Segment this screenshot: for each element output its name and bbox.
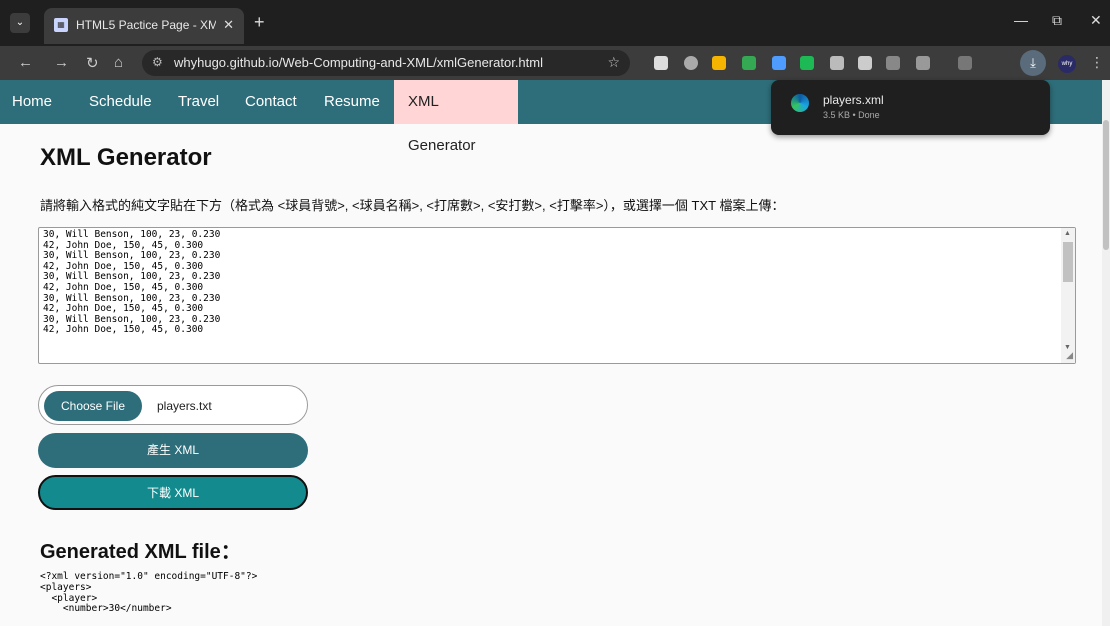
- new-tab-icon[interactable]: +: [254, 12, 265, 33]
- tab-search-dropdown-icon[interactable]: ⌄: [10, 13, 30, 33]
- home-icon[interactable]: ⌂: [114, 54, 123, 71]
- resize-grip-icon[interactable]: ◢: [1066, 350, 1073, 361]
- close-window-icon[interactable]: ✕: [1090, 12, 1102, 29]
- scrollbar-thumb[interactable]: [1063, 242, 1073, 282]
- restore-icon[interactable]: ⧉: [1052, 12, 1062, 29]
- page-title: XML Generator: [40, 144, 212, 171]
- extension-icon[interactable]: [800, 56, 814, 70]
- nav-travel[interactable]: Travel: [178, 80, 219, 124]
- extension-icon[interactable]: [858, 56, 872, 70]
- page-scrollbar[interactable]: [1102, 80, 1110, 626]
- nav-resume[interactable]: Resume: [324, 80, 380, 124]
- keep-extension-icon[interactable]: [712, 56, 726, 70]
- nav-schedule[interactable]: Schedule: [89, 80, 152, 124]
- browser-toolbar: ← → ↻ ⌂ ⚙ whyhugo.github.io/Web-Computin…: [0, 46, 1110, 80]
- tab-title: HTML5 Pactice Page - XML Ge: [76, 18, 216, 32]
- extension-icon[interactable]: [886, 56, 900, 70]
- download-status: 3.5 KB • Done: [823, 110, 880, 120]
- textarea-scrollbar[interactable]: ▲ ▼: [1061, 228, 1075, 363]
- tab-close-icon[interactable]: ✕: [223, 17, 234, 33]
- chosen-file-name: players.txt: [157, 399, 212, 413]
- file-input[interactable]: Choose File players.txt: [38, 385, 308, 425]
- choose-file-button[interactable]: Choose File: [44, 391, 142, 421]
- scroll-up-icon[interactable]: ▲: [1064, 230, 1071, 237]
- browser-menu-icon[interactable]: ⋮: [1090, 54, 1104, 71]
- xml-output: <?xml version="1.0" encoding="UTF-8"?> <…: [40, 571, 258, 615]
- url-text[interactable]: whyhugo.github.io/Web-Computing-and-XML/…: [174, 55, 543, 70]
- download-icon[interactable]: ⤓: [1020, 50, 1046, 76]
- page-favicon-icon: ▦: [54, 18, 68, 32]
- player-data-textarea[interactable]: 30, Will Benson, 100, 23, 0.230 42, John…: [39, 228, 1075, 363]
- extension-icon[interactable]: [684, 56, 698, 70]
- browser-tab[interactable]: ▦ HTML5 Pactice Page - XML Ge ✕: [44, 8, 244, 44]
- generate-xml-button[interactable]: 產生 XML: [38, 433, 308, 468]
- nav-home[interactable]: Home: [12, 80, 52, 124]
- profile-avatar[interactable]: why: [1058, 55, 1076, 73]
- address-bar[interactable]: ⚙ whyhugo.github.io/Web-Computing-and-XM…: [142, 50, 630, 76]
- extension-icon[interactable]: [654, 56, 668, 70]
- reload-icon[interactable]: ↻: [86, 54, 99, 72]
- nav-contact[interactable]: Contact: [245, 80, 297, 124]
- site-info-icon[interactable]: ⚙: [152, 55, 163, 69]
- forward-icon[interactable]: →: [54, 54, 69, 71]
- extension-icon[interactable]: [772, 56, 786, 70]
- browser-tab-bar: ⌄ ▦ HTML5 Pactice Page - XML Ge ✕ + — ⧉ …: [0, 0, 1110, 46]
- page-content: Home Schedule Travel Contact Resume XML …: [0, 80, 1102, 626]
- minimize-icon[interactable]: —: [1014, 12, 1028, 28]
- lens-icon[interactable]: [958, 56, 972, 70]
- player-data-textarea-container: 30, Will Benson, 100, 23, 0.230 42, John…: [38, 227, 1076, 364]
- input-instruction: 請將輸入格式的純文字貼在下方（格式為 <球員背號>, <球員名稱>, <打席數>…: [40, 198, 785, 213]
- nav-xml-generator[interactable]: XML Generator: [394, 80, 518, 154]
- bookmark-star-icon[interactable]: ☆: [607, 54, 620, 71]
- edge-file-icon: [791, 94, 809, 112]
- downloaded-file-name[interactable]: players.xml: [823, 93, 884, 107]
- generated-xml-title: Generated XML file：: [40, 541, 241, 563]
- extension-icon[interactable]: [830, 56, 844, 70]
- extensions-puzzle-icon[interactable]: [916, 56, 930, 70]
- page-scrollbar-thumb[interactable]: [1103, 120, 1109, 250]
- download-xml-button[interactable]: 下載 XML: [38, 475, 308, 510]
- drive-extension-icon[interactable]: [742, 56, 756, 70]
- download-popup[interactable]: players.xml 3.5 KB • Done: [771, 80, 1050, 135]
- back-icon[interactable]: ←: [18, 54, 33, 71]
